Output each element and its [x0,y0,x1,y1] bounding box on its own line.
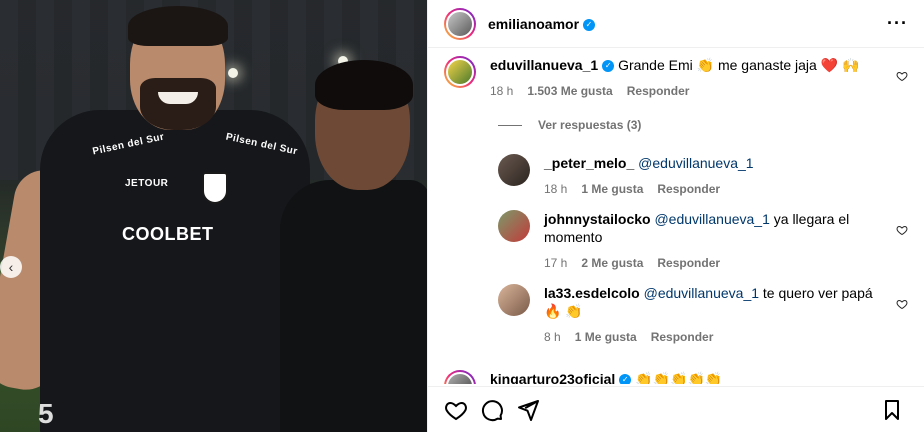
reply-item: la33.esdelcolo @eduvillanueva_1 te quero… [498,284,916,346]
chevron-left-icon[interactable]: ‹ [0,256,22,278]
comment-likes[interactable]: 1.503 Me gusta [527,82,612,100]
reply-button[interactable]: Responder [627,82,690,100]
author-username[interactable]: emilianoamor ✓ [488,16,596,32]
heart-icon[interactable] [896,70,908,82]
comment-username[interactable]: eduvillanueva_1 [490,57,598,73]
reply-mention[interactable]: @eduvillanueva_1 [644,285,759,301]
reply-time[interactable]: 8 h [544,328,561,346]
reply-avatar[interactable] [498,154,530,186]
verified-badge-icon: ✓ [602,60,615,73]
reply-button[interactable]: Responder [651,328,714,346]
divider-line [498,124,522,126]
send-icon[interactable] [512,394,544,426]
reply-username[interactable]: la33.esdelcolo [544,285,640,301]
jersey-number: 5 [38,398,54,429]
heart-icon[interactable] [896,298,908,310]
verified-badge-icon: ✓ [583,18,596,31]
comment-item: kingarturo23oficial ✓ 👏👏👏👏👏 [444,370,916,384]
reply-mention[interactable]: @eduvillanueva_1 [654,211,769,227]
post-actions-bar [428,386,924,432]
instagram-post: Pilsen del Sur Pilsen del Sur JETOUR COO… [0,0,924,432]
heart-icon[interactable] [896,224,908,236]
reply-time[interactable]: 18 h [544,180,567,198]
bookmark-icon[interactable] [876,394,908,426]
player-hair [128,6,228,46]
reply-username[interactable]: johnnystailocko [544,211,651,227]
reply-likes[interactable]: 1 Me gusta [581,180,643,198]
comments-list[interactable]: eduvillanueva_1 ✓ Grande Emi 👏 me ganaste… [428,48,924,384]
player-jersey [40,110,310,432]
reply-likes[interactable]: 2 Me gusta [581,254,643,272]
post-header: emilianoamor ✓ ··· [428,0,924,48]
commenter-avatar[interactable] [444,370,476,384]
comment-text: 👏👏👏👏👏 [635,371,723,384]
view-replies-label: Ver respuestas (3) [538,118,642,132]
jersey-maker: JETOUR [125,178,169,189]
comment-time[interactable]: 18 h [490,82,513,100]
stadium-light [228,68,238,78]
reply-item: johnnystailocko @eduvillanueva_1 ya lleg… [498,210,916,272]
reply-avatar[interactable] [498,284,530,316]
player-beard [140,78,216,130]
reply-button[interactable]: Responder [657,180,720,198]
second-player-body [280,180,427,432]
jersey-main-sponsor: COOLBET [122,224,214,244]
reply-button[interactable]: Responder [657,254,720,272]
verified-badge-icon: ✓ [619,374,632,384]
commenter-avatar[interactable] [444,56,476,88]
club-crest-icon [202,172,228,204]
author-avatar[interactable] [444,7,476,40]
reply-mention[interactable]: @eduvillanueva_1 [638,155,753,171]
comment-icon[interactable] [476,394,508,426]
comment-text: Grande Emi 👏 me ganaste jaja ❤️ 🙌 [618,57,860,73]
comment-username[interactable]: kingarturo23oficial [490,371,615,384]
player-smile [158,92,198,104]
view-replies-button[interactable]: Ver respuestas (3) [498,118,641,132]
reply-likes[interactable]: 1 Me gusta [575,328,637,346]
more-horizontal-icon[interactable]: ··· [887,13,908,34]
post-side-panel: emilianoamor ✓ ··· eduvillanueva_1 ✓ Grand… [427,0,924,432]
reply-avatar[interactable] [498,210,530,242]
reply-time[interactable]: 17 h [544,254,567,272]
comment-item: eduvillanueva_1 ✓ Grande Emi 👏 me ganaste… [444,56,916,100]
post-photo[interactable]: Pilsen del Sur Pilsen del Sur JETOUR COO… [0,0,427,432]
reply-username[interactable]: _peter_melo_ [544,155,634,171]
heart-icon[interactable] [440,394,472,426]
reply-item: _peter_melo_ @eduvillanueva_1 18 h 1 Me … [498,154,916,198]
second-player-hair [315,60,413,110]
